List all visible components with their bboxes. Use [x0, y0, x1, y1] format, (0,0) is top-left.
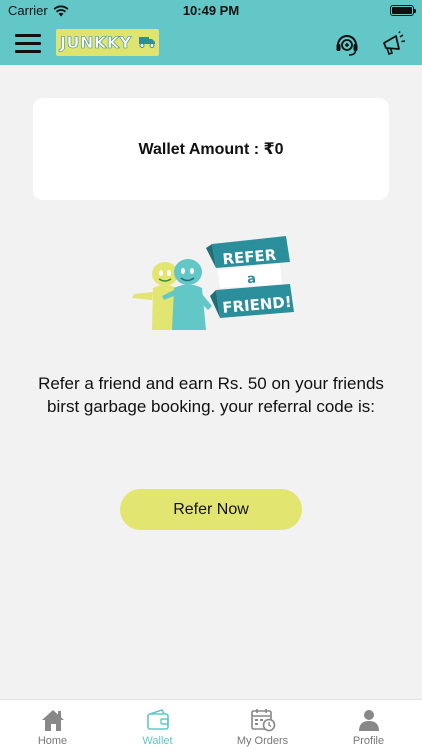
megaphone-icon[interactable] [380, 31, 406, 57]
banner-text-refer: REFER [222, 246, 278, 269]
banner-text-a: a [246, 272, 256, 288]
nav-item-my-orders[interactable]: My Orders [210, 700, 315, 750]
nav-item-home[interactable]: Home [0, 700, 105, 750]
wallet-icon [146, 709, 169, 730]
wallet-amount: Wallet Amount : ₹0 [138, 141, 284, 158]
refer-message: Refer a friend and earn Rs. 50 on your f… [38, 374, 384, 416]
refer-now-button[interactable]: Refer Now [120, 489, 302, 530]
status-time: 10:49 PM [182, 3, 240, 18]
app-logo: JUNKKY [56, 29, 159, 56]
battery-icon [390, 5, 416, 16]
nav-label-wallet: Wallet [142, 735, 173, 747]
wallet-card: Wallet Amount : ₹0 [33, 98, 389, 200]
nav-item-profile[interactable]: Profile [315, 700, 422, 750]
hamburger-menu-icon[interactable] [15, 34, 41, 54]
person-icon [358, 710, 379, 731]
home-icon [41, 710, 64, 731]
logo-text: JUNKKY [60, 33, 132, 53]
nav-label-my-orders: My Orders [236, 735, 289, 747]
calendar-clock-icon [250, 709, 275, 732]
bottom-nav: Home Wallet My Orders Profile [0, 699, 422, 750]
nav-label-profile: Profile [352, 735, 385, 747]
refer-friend-illustration: REFER a FRIEND! [132, 236, 294, 330]
app-header: JUNKKY [0, 22, 422, 65]
support-headset-icon[interactable] [334, 31, 360, 57]
nav-label-home: Home [37, 735, 68, 747]
nav-item-wallet[interactable]: Wallet [105, 700, 210, 750]
truck-icon [139, 37, 155, 48]
status-bar: Carrier 10:49 PM [0, 0, 422, 22]
